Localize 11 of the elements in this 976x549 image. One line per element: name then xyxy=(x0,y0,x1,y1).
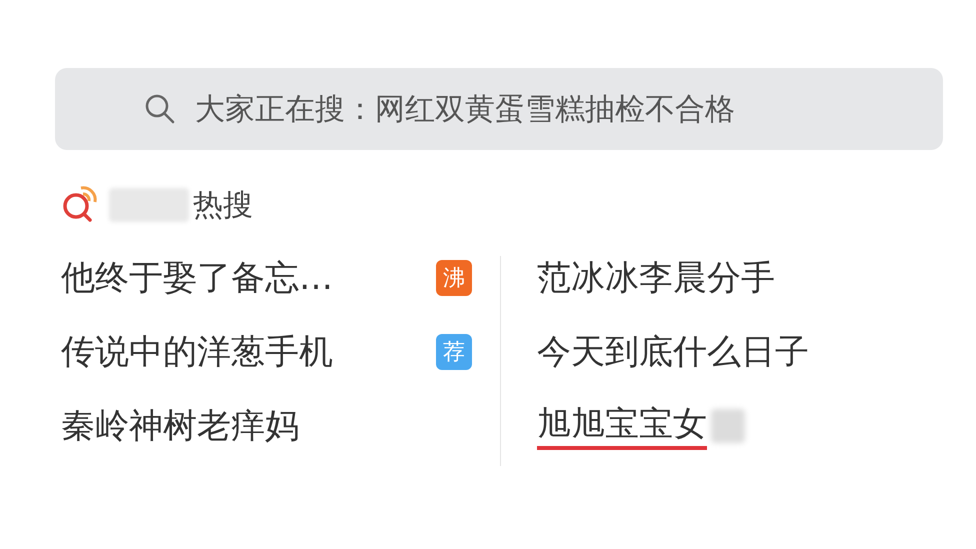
hot-search-item[interactable]: 秦岭神树老痒妈 xyxy=(61,404,299,448)
section-title: 热搜 xyxy=(193,186,253,224)
hot-badge: 沸 xyxy=(436,260,472,296)
hot-search-item[interactable]: 传说中的洋葱手机 xyxy=(61,330,333,374)
hot-search-item[interactable]: 旭旭宝宝女 xyxy=(537,402,707,450)
search-icon xyxy=(143,92,177,126)
hot-search-item[interactable]: 今天到底什么日子 xyxy=(537,330,809,374)
hot-search-item[interactable]: 他终于娶了备忘… xyxy=(61,256,333,300)
hot-search-item[interactable]: 范冰冰李晨分手 xyxy=(537,256,775,300)
hot-badge: 荐 xyxy=(436,334,472,370)
search-field[interactable]: 大家正在搜：网红双黄蛋雪糕抽检不合格 xyxy=(55,68,943,150)
